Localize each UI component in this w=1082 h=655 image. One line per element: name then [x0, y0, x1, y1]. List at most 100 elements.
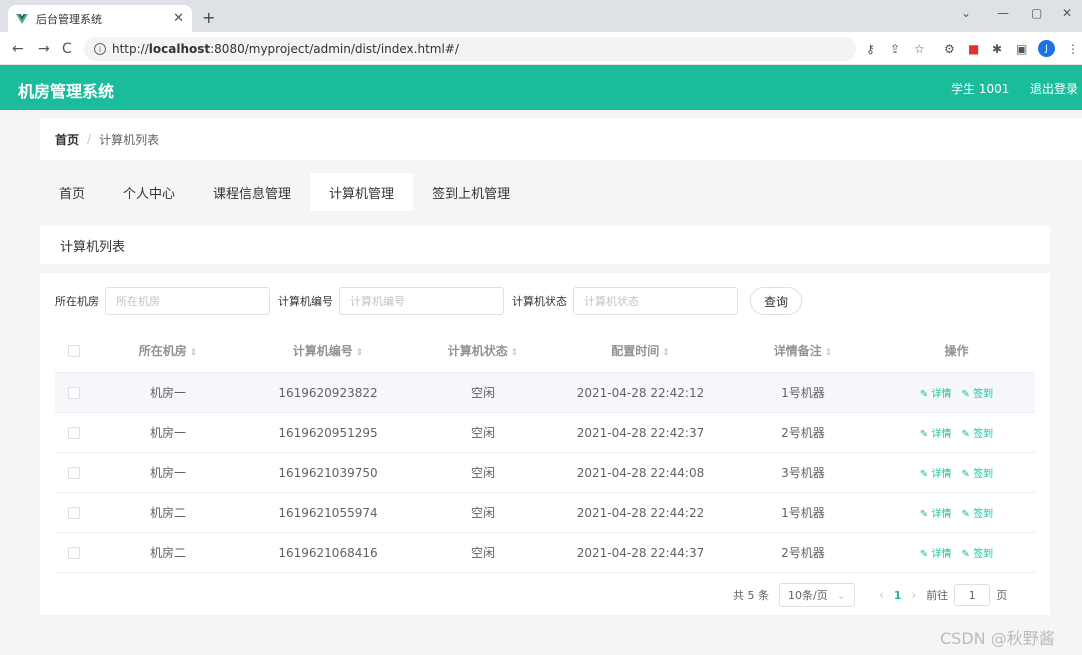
- cell-number: 1619620923822: [278, 385, 378, 400]
- cell-number: 1619621055974: [278, 505, 378, 520]
- app-header: 机房管理系统 学生 1001 退出登录: [0, 65, 1082, 110]
- page-number-current[interactable]: 1: [894, 589, 902, 602]
- detail-link[interactable]: ✎ 详情: [920, 465, 952, 480]
- window-close-icon[interactable]: ✕: [1062, 6, 1072, 20]
- column-header-status[interactable]: 计算机状态 ⇕: [413, 342, 553, 359]
- browser-tab[interactable]: 后台管理系统 ✕: [8, 5, 192, 32]
- table-row[interactable]: 机房一 1619620951295 空闲 2021-04-28 22:42:37…: [55, 413, 1035, 453]
- column-header-time[interactable]: 配置时间 ⇕: [553, 342, 728, 359]
- back-icon[interactable]: ←: [12, 41, 24, 57]
- edit-icon: ✎: [961, 429, 970, 440]
- cell-note: 1号机器: [781, 386, 825, 400]
- edit-icon: ✎: [919, 469, 929, 480]
- puzzle-icon[interactable]: ✱: [992, 42, 1002, 56]
- column-header-note[interactable]: 详情备注 ⇕: [728, 342, 878, 359]
- row-checkbox[interactable]: [68, 466, 80, 479]
- row-checkbox[interactable]: [68, 546, 80, 559]
- row-checkbox[interactable]: [68, 386, 80, 399]
- detail-link[interactable]: ✎ 详情: [920, 545, 952, 560]
- sign-link[interactable]: ✎ 签到: [962, 385, 994, 400]
- sort-icon[interactable]: ⇕: [190, 348, 198, 358]
- sign-link[interactable]: ✎ 签到: [962, 465, 994, 480]
- goto-page-input[interactable]: 1: [954, 584, 991, 606]
- table-row[interactable]: 机房二 1619621068416 空闲 2021-04-28 22:44:37…: [55, 533, 1035, 573]
- page-size-select[interactable]: 10条/页 ⌄: [779, 583, 855, 607]
- edit-icon: ✎: [919, 549, 929, 560]
- prev-page-icon[interactable]: ‹: [879, 588, 884, 602]
- cell-room: 机房一: [149, 426, 186, 440]
- cell-note: 3号机器: [781, 466, 825, 480]
- sort-icon[interactable]: ⇕: [356, 348, 364, 358]
- detail-link[interactable]: ✎ 详情: [920, 385, 952, 400]
- star-icon[interactable]: ☆: [914, 42, 925, 56]
- menu-item-computer[interactable]: 计算机管理: [310, 173, 414, 211]
- edit-icon: ✎: [961, 509, 970, 520]
- page-title: 计算机列表: [40, 226, 1050, 264]
- cell-note: 1号机器: [781, 506, 825, 520]
- cell-status: 空闲: [470, 466, 495, 480]
- extension-gear-icon[interactable]: ⚙: [944, 42, 955, 56]
- detail-link[interactable]: ✎ 详情: [920, 425, 952, 440]
- table-panel: 所在机房 所在机房 计算机编号 计算机编号 计算机状态 计算机状态 查询 所在机…: [40, 273, 1050, 615]
- edit-icon: ✎: [919, 389, 929, 400]
- sign-link[interactable]: ✎ 签到: [962, 425, 994, 440]
- table-header-row: 所在机房 ⇕ 计算机编号 ⇕ 计算机状态 ⇕ 配置时间 ⇕ 详情备注 ⇕ 操作: [55, 329, 1035, 373]
- menu-item-course[interactable]: 课程信息管理: [194, 173, 310, 211]
- cell-status: 空闲: [470, 546, 495, 560]
- share-icon[interactable]: ⇪: [890, 42, 900, 56]
- new-tab-icon[interactable]: +: [202, 8, 215, 27]
- tab-close-icon[interactable]: ✕: [173, 11, 184, 26]
- cell-note: 2号机器: [781, 426, 825, 440]
- status-label: 计算机状态: [512, 295, 567, 308]
- table-row[interactable]: 机房一 1619621039750 空闲 2021-04-28 22:44:08…: [55, 453, 1035, 493]
- cell-time: 2021-04-28 22:44:08: [576, 465, 705, 480]
- key-icon[interactable]: ⚷: [866, 42, 875, 56]
- pager-total: 共 5 条: [733, 589, 769, 602]
- row-checkbox[interactable]: [68, 506, 80, 519]
- column-header-room[interactable]: 所在机房 ⇕: [93, 342, 243, 359]
- sign-link[interactable]: ✎ 签到: [962, 505, 994, 520]
- table-row[interactable]: 机房二 1619621055974 空闲 2021-04-28 22:44:22…: [55, 493, 1035, 533]
- status-input[interactable]: 计算机状态: [573, 287, 738, 315]
- edit-icon: ✎: [919, 429, 929, 440]
- csdn-watermark: CSDN @秋野酱: [940, 629, 1055, 648]
- edit-icon: ✎: [961, 549, 970, 560]
- detail-link[interactable]: ✎ 详情: [920, 505, 952, 520]
- url-field[interactable]: i http://localhost:8080/myproject/admin/…: [84, 37, 856, 61]
- maximize-icon[interactable]: ▢: [1031, 6, 1042, 20]
- query-button[interactable]: 查询: [750, 287, 802, 315]
- sort-icon[interactable]: ⇕: [825, 348, 833, 358]
- row-checkbox[interactable]: [68, 426, 80, 439]
- column-header-number[interactable]: 计算机编号 ⇕: [243, 342, 413, 359]
- menu-item-signin[interactable]: 签到上机管理: [413, 173, 529, 211]
- sign-link[interactable]: ✎ 签到: [962, 545, 994, 560]
- number-label: 计算机编号: [278, 295, 333, 308]
- site-info-icon[interactable]: i: [94, 43, 106, 55]
- search-form: 所在机房 所在机房 计算机编号 计算机编号 计算机状态 计算机状态 查询: [55, 287, 802, 315]
- page-unit-label: 页: [996, 589, 1008, 602]
- cell-time: 2021-04-28 22:42:37: [576, 425, 705, 440]
- page-size-value: 10条/页: [788, 589, 828, 602]
- profile-avatar[interactable]: J: [1038, 40, 1055, 57]
- select-all-checkbox[interactable]: [68, 344, 80, 357]
- next-page-icon[interactable]: ›: [911, 588, 916, 602]
- cell-note: 2号机器: [781, 546, 825, 560]
- sort-icon[interactable]: ⇕: [511, 348, 519, 358]
- reload-icon[interactable]: C: [62, 41, 72, 57]
- room-input[interactable]: 所在机房: [105, 287, 270, 315]
- cell-status: 空闲: [470, 506, 495, 520]
- menu-item-profile[interactable]: 个人中心: [104, 173, 194, 211]
- cell-time: 2021-04-28 22:42:12: [576, 385, 705, 400]
- logout-link[interactable]: 退出登录: [1030, 80, 1078, 97]
- breadcrumb-home[interactable]: 首页: [55, 131, 79, 148]
- extension-red-icon[interactable]: ■: [968, 42, 979, 56]
- browser-menu-icon[interactable]: ⋮: [1067, 42, 1079, 56]
- forward-icon[interactable]: →: [38, 41, 50, 57]
- tab-search-icon[interactable]: ⌄: [961, 6, 971, 20]
- minimize-icon[interactable]: —: [997, 6, 1009, 20]
- number-input[interactable]: 计算机编号: [339, 287, 504, 315]
- menu-item-home[interactable]: 首页: [40, 173, 104, 211]
- table-row[interactable]: 机房一 1619620923822 空闲 2021-04-28 22:42:12…: [55, 373, 1035, 413]
- sidepanel-icon[interactable]: ▣: [1016, 42, 1027, 56]
- sort-icon[interactable]: ⇕: [662, 348, 670, 358]
